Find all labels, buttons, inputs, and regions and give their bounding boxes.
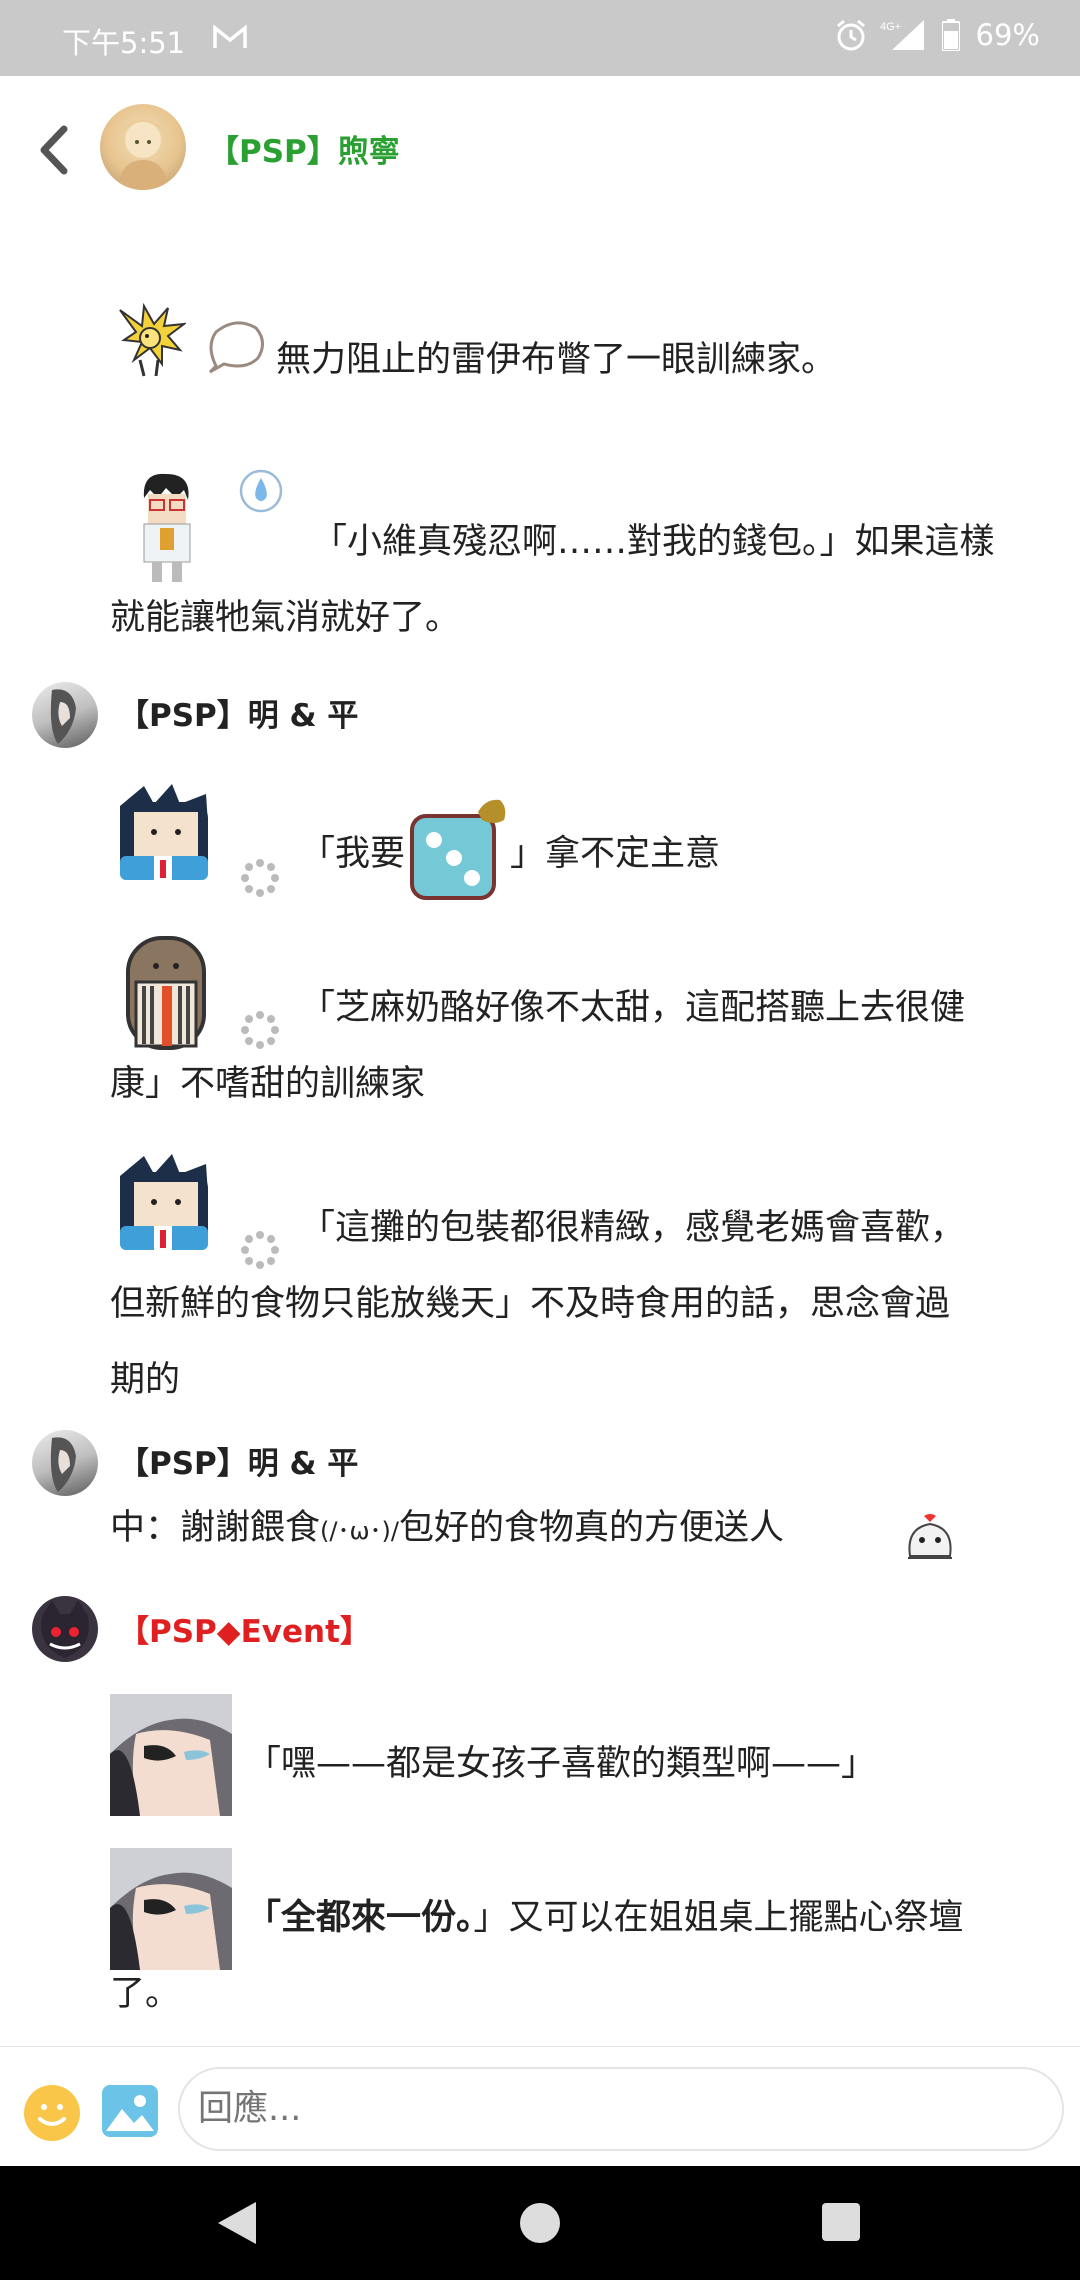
image-icon: [106, 2095, 154, 2131]
post-text-line: 「小維真殘忍啊……對我的錢包。」如果這樣: [312, 522, 995, 562]
nav-home-button[interactable]: [520, 2203, 560, 2243]
thread-title[interactable]: 【PSP】煦寧: [208, 126, 400, 171]
post-text: 「嘿——都是女孩子喜歡的類型啊——」: [246, 1744, 877, 1784]
post-text-line: 但新鮮的食物只能放幾天」不及時食用的話，思念會過: [110, 1284, 951, 1324]
post-text: 「全都來一份。」又可以在姐姐桌上擺點心祭壇: [246, 1880, 1076, 1956]
back-arrow-icon: [40, 125, 68, 175]
post-text-segment: 」又可以在姐姐桌上擺點心祭壇: [473, 1898, 964, 1938]
image-button[interactable]: [102, 2085, 158, 2137]
thread-header: 【PSP】煦寧: [0, 76, 1080, 216]
sticker-icon: [908, 1514, 952, 1559]
reply-bar: [0, 2046, 1080, 2166]
post-author[interactable]: 【PSP】明 & 平: [118, 690, 358, 735]
back-button[interactable]: [28, 120, 78, 180]
loading-icon: [241, 859, 279, 897]
kaomoji: (/･ω･)/: [320, 1517, 400, 1545]
character-portrait-image: [110, 1694, 232, 1816]
jolteon-sprite-icon: [119, 302, 186, 377]
mail-icon: [213, 24, 247, 48]
character-chibi-icon: [126, 936, 206, 1050]
emoji-button[interactable]: [24, 2085, 80, 2141]
post-text: 「我要: [300, 834, 406, 874]
avatar[interactable]: [32, 682, 98, 748]
battery-icon: [941, 19, 960, 51]
post-author[interactable]: 【PSP】明 & 平: [118, 1438, 358, 1483]
signal-icon: 4G+: [880, 20, 924, 50]
post-text-line: 就能讓牠氣消就好了。: [110, 598, 461, 638]
post-text-line: 期的: [110, 1360, 181, 1400]
post-text-line: 「芝麻奶酪好像不太甜，這配搭聽上去很健: [300, 988, 966, 1028]
trainer-sprite-icon: [143, 473, 191, 582]
loading-icon: [241, 1011, 279, 1049]
user-avatar-image: [50, 1437, 76, 1492]
post-text: 無力阻止的雷伊布瞥了一眼訓練家。: [276, 340, 837, 380]
character-chibi-icon: [120, 1154, 208, 1250]
nav-back-button[interactable]: [218, 2202, 256, 2244]
post-text-line: 了。: [110, 1974, 181, 2014]
post-text-line: 康」不嗜甜的訓練家: [110, 1064, 426, 1104]
emoji-icon: [38, 2104, 66, 2126]
svg-text:4G+: 4G+: [880, 21, 901, 33]
loading-icon: [241, 1231, 279, 1269]
system-nav-bar: [0, 2166, 1080, 2280]
nav-recents-button[interactable]: [822, 2203, 860, 2241]
post-text-line: 「這攤的包裝都很精緻，感覺老媽會喜歡，: [300, 1208, 966, 1248]
character-chibi-icon: [120, 784, 208, 880]
reply-input[interactable]: [178, 2067, 1064, 2151]
post-text-segment: 包好的食物真的方便送人: [399, 1508, 785, 1548]
post-author[interactable]: 【PSP◆Event】: [118, 1606, 371, 1651]
post-text: 」拿不定主意: [510, 834, 721, 874]
sweat-bubble-icon: [239, 469, 283, 513]
avatar[interactable]: [100, 104, 186, 190]
post-text-segment: 中：謝謝餵食: [110, 1508, 321, 1548]
character-avatar-image: [118, 120, 168, 190]
speech-bubble-icon: [208, 321, 264, 374]
post-text-bold: 「全都來一份。: [246, 1898, 474, 1938]
avatar[interactable]: [32, 1430, 98, 1496]
character-portrait-image: [110, 1848, 232, 1970]
alarm-icon: [836, 19, 865, 51]
status-icons: 4G+ 69%: [834, 18, 1040, 52]
dice-icon[interactable]: [408, 796, 512, 902]
avatar[interactable]: [32, 1596, 98, 1662]
user-avatar-image: [50, 689, 76, 744]
thread-content: 無力阻止的雷伊布瞥了一眼訓練家。 「小維真殘忍啊……對我的錢包。」如果這樣 就能…: [0, 216, 1080, 2046]
status-time: 下午5:51: [62, 26, 186, 60]
battery-percent: 69%: [975, 18, 1040, 52]
status-bar: 下午5:51 4G+ 69%: [0, 0, 1080, 76]
event-avatar-image: [40, 1600, 90, 1658]
